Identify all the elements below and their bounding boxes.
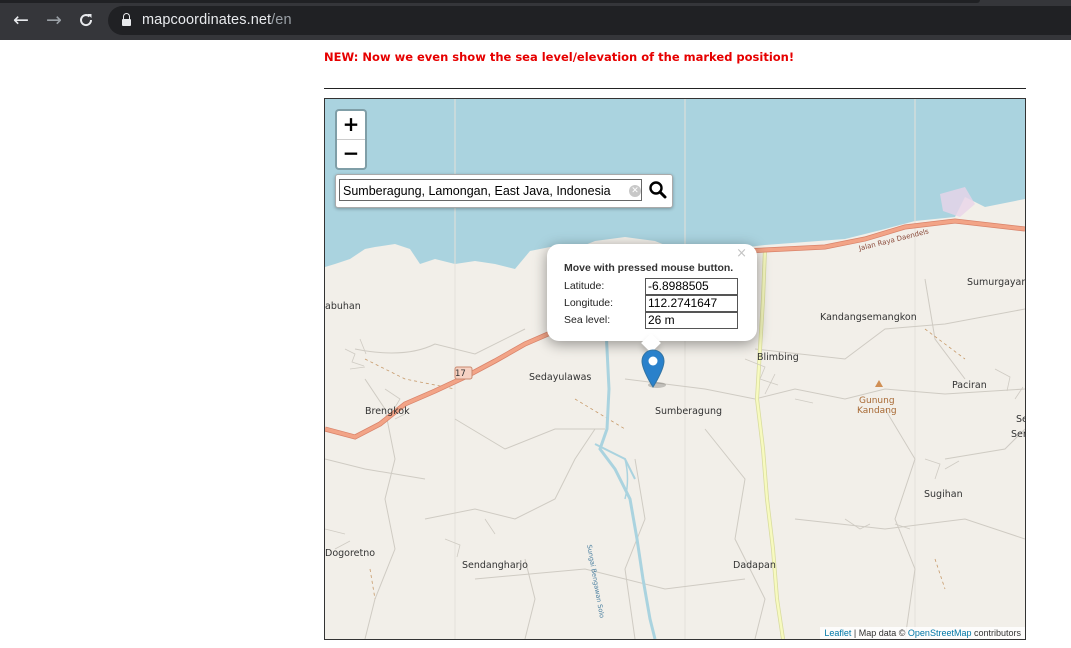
lock-icon[interactable] — [122, 13, 131, 26]
map-container[interactable]: 17 Jalan Raya Daendels abuhan Brengkok S… — [324, 98, 1026, 640]
place-label: abuhan — [325, 301, 361, 312]
arrow-right-icon[interactable]: → — [44, 10, 64, 30]
place-label: Sendangharjo — [462, 560, 528, 571]
peak-label-line1: Gunung — [859, 396, 895, 406]
place-label: Sumberagung — [655, 406, 723, 417]
tab-strip — [0, 0, 980, 3]
zoom-out-button[interactable]: − — [337, 140, 365, 168]
divider — [324, 88, 1026, 89]
location-marker-icon[interactable] — [640, 348, 666, 388]
clear-icon[interactable]: ✕ — [629, 185, 641, 197]
search-button[interactable] — [646, 178, 670, 202]
place-label: Se — [1016, 414, 1025, 425]
popup-hint: Move with pressed mouse button. — [564, 262, 734, 274]
latitude-field[interactable]: -6.8988505 — [645, 278, 738, 295]
longitude-field[interactable]: 112.2741647 — [645, 295, 738, 312]
latitude-label: Latitude: — [564, 280, 605, 292]
zoom-in-button[interactable]: + — [337, 111, 365, 140]
peak-label: Gunung Kandang — [857, 396, 897, 416]
map-attribution: Leaflet | Map data © OpenStreetMap contr… — [820, 627, 1025, 639]
sea-level-field[interactable]: 26 m — [645, 312, 738, 329]
url-domain: mapcoordinates.net — [142, 12, 272, 28]
place-label: Sedayulawas — [529, 372, 592, 383]
place-label: Brengkok — [365, 406, 410, 417]
attribution-contributors: contributors — [971, 628, 1021, 638]
leaflet-link[interactable]: Leaflet — [824, 628, 851, 638]
browser-toolbar: ← → mapcoordinates.net/en — [0, 0, 1071, 40]
place-label: Dadapan — [733, 560, 776, 571]
place-label: Paciran — [952, 380, 987, 391]
zoom-control: + − — [335, 109, 367, 170]
search-box: ✕ — [335, 174, 673, 208]
longitude-label: Longitude: — [564, 297, 614, 309]
openstreetmap-link[interactable]: OpenStreetMap — [908, 628, 972, 638]
reload-icon[interactable] — [76, 10, 96, 30]
place-label: Dogoretno — [325, 548, 376, 559]
search-icon — [649, 181, 667, 199]
road-shield-17: 17 — [455, 369, 466, 379]
close-icon[interactable]: × — [736, 246, 747, 261]
search-input[interactable] — [339, 179, 642, 201]
place-label: Ser — [1011, 429, 1026, 440]
peak-label-line2: Kandang — [857, 406, 897, 416]
place-label: Sugihan — [924, 489, 963, 500]
place-label: Blimbing — [757, 352, 799, 363]
coordinates-popup: × Move with pressed mouse button. Latitu… — [547, 244, 757, 353]
place-label: Sumurgayan — [967, 277, 1026, 288]
arrow-left-icon[interactable]: ← — [11, 10, 31, 30]
url-path: /en — [271, 12, 292, 28]
sea-level-label: Sea level: — [564, 314, 611, 326]
new-feature-notice: NEW: Now we even show the sea level/elev… — [324, 50, 795, 64]
attribution-separator: | Map data © — [851, 628, 908, 638]
url-text[interactable]: mapcoordinates.net/en — [142, 12, 292, 28]
place-label: Kandangsemangkon — [820, 312, 917, 323]
